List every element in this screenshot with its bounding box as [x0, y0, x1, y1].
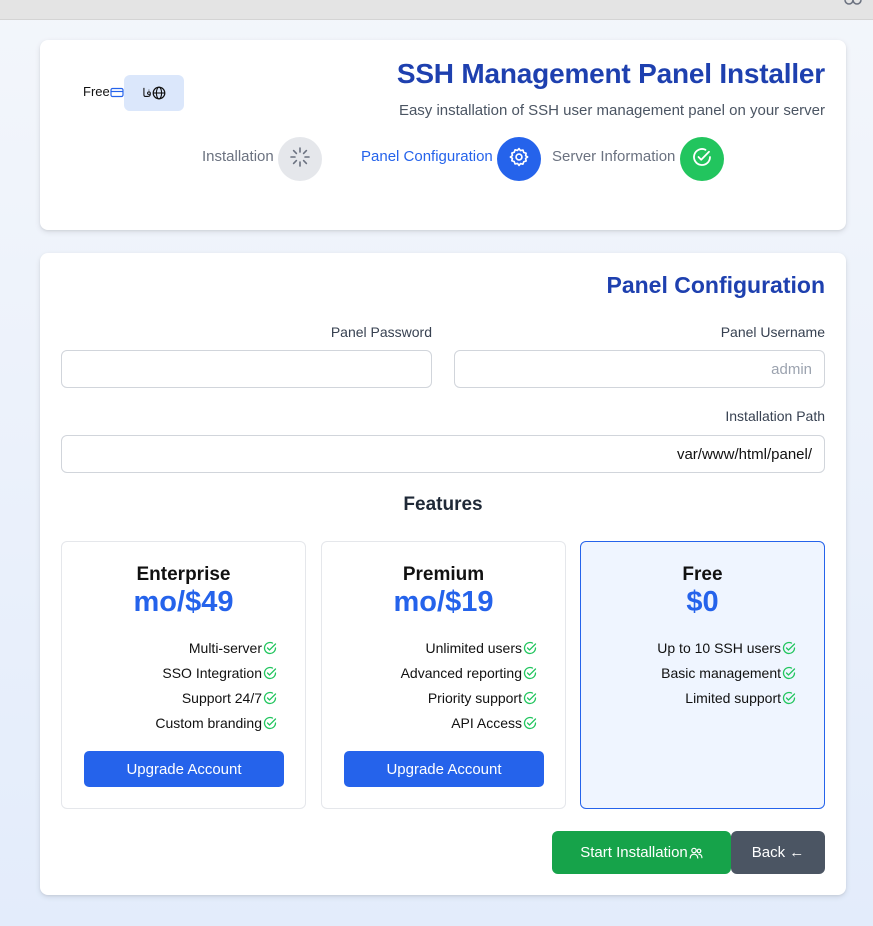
language-button[interactable]: فا: [124, 75, 184, 111]
path-input[interactable]: [61, 435, 825, 473]
plan-price: mo/$19: [393, 586, 494, 618]
users-icon: [689, 846, 703, 860]
feature-item: Support 24/7: [155, 685, 277, 710]
plan-name: Free: [682, 564, 723, 585]
check-icon: [263, 641, 277, 655]
feature-text: Priority support: [427, 689, 522, 706]
page-title: SSH Management Panel Installer: [396, 58, 825, 89]
feature-text: Basic management: [661, 664, 781, 681]
check-icon: [523, 666, 537, 680]
feature-text: Limited support: [685, 689, 781, 706]
check-icon: [782, 666, 796, 680]
feature-item: Up to 10 SSH users: [657, 635, 796, 660]
feature-list: Up to 10 SSH users Basic management Limi…: [657, 635, 796, 710]
step-panel-config[interactable]: [497, 137, 541, 181]
plan-price: mo/$49: [133, 586, 234, 618]
check-icon: [523, 716, 537, 730]
features-title: Features: [403, 494, 483, 515]
card-icon: [110, 86, 124, 98]
feature-text: Custom branding: [155, 714, 262, 731]
plan-switch-label: Free: [83, 84, 110, 99]
check-icon: [523, 641, 537, 655]
feature-item: Limited support: [657, 685, 796, 710]
check-icon: [263, 716, 277, 730]
start-installation-button[interactable]: Start Installation: [552, 831, 731, 874]
page-subtitle: Easy installation of SSH user management…: [398, 102, 825, 119]
feature-text: SSO Integration: [162, 664, 262, 681]
feature-text: Multi-server: [188, 639, 262, 656]
feature-text: Support 24/7: [181, 689, 262, 706]
check-icon: [782, 641, 796, 655]
plan-card-enterprise: Enterprise mo/$49 Multi-server SSO Integ…: [61, 541, 306, 809]
upgrade-button-premium[interactable]: Upgrade Account: [344, 751, 544, 787]
feature-list: Multi-server SSO Integration Support 24/…: [155, 635, 277, 735]
feature-item: API Access: [401, 710, 537, 735]
plan-name: Premium: [402, 564, 485, 585]
feature-item: SSO Integration: [155, 660, 277, 685]
feature-item: Unlimited users: [401, 635, 537, 660]
globe-icon: [152, 86, 166, 100]
check-icon: [782, 691, 796, 705]
step-panel-config-label: Panel Configuration: [361, 148, 493, 165]
plan-card-free[interactable]: Free $0 Up to 10 SSH users Basic managem…: [580, 541, 825, 809]
feature-list: Unlimited users Advanced reporting Prior…: [401, 635, 537, 735]
section-title: Panel Configuration: [606, 272, 826, 298]
check-icon: [523, 691, 537, 705]
upgrade-button-enterprise[interactable]: Upgrade Account: [84, 751, 284, 787]
feature-text: API Access: [451, 714, 522, 731]
feature-item: Basic management: [657, 660, 796, 685]
username-label: Panel Username: [720, 324, 825, 340]
feature-text: Unlimited users: [425, 639, 522, 656]
step-server-info-label: Server Information: [552, 148, 676, 165]
spinner-icon: [289, 146, 311, 173]
step-installation[interactable]: [278, 137, 322, 181]
step-installation-label: Installation: [202, 148, 274, 165]
plan-price: $0: [686, 586, 719, 618]
plan-name: Enterprise: [136, 564, 231, 585]
check-icon: [263, 666, 277, 680]
language-label: فا: [142, 86, 152, 100]
path-label: Installation Path: [725, 408, 825, 424]
feature-item: Multi-server: [155, 635, 277, 660]
back-button[interactable]: Back ←: [731, 831, 825, 874]
username-input[interactable]: [454, 350, 825, 388]
step-server-info[interactable]: [680, 137, 724, 181]
feature-item: Advanced reporting: [401, 660, 537, 685]
feature-text: Advanced reporting: [400, 664, 522, 681]
password-label: Panel Password: [330, 324, 432, 340]
gear-icon: [508, 146, 530, 173]
feature-item: Custom branding: [155, 710, 277, 735]
plan-switch[interactable]: Free: [83, 84, 124, 99]
extension-icon[interactable]: [843, 0, 863, 8]
check-icon: [263, 691, 277, 705]
password-input[interactable]: [61, 350, 432, 388]
browser-toolbar: [0, 0, 873, 20]
plan-card-premium: Premium mo/$19 Unlimited users Advanced …: [321, 541, 566, 809]
check-circle-icon: [691, 146, 713, 173]
feature-text: Up to 10 SSH users: [657, 639, 781, 656]
feature-item: Priority support: [401, 685, 537, 710]
start-installation-label: Start Installation: [580, 844, 688, 861]
